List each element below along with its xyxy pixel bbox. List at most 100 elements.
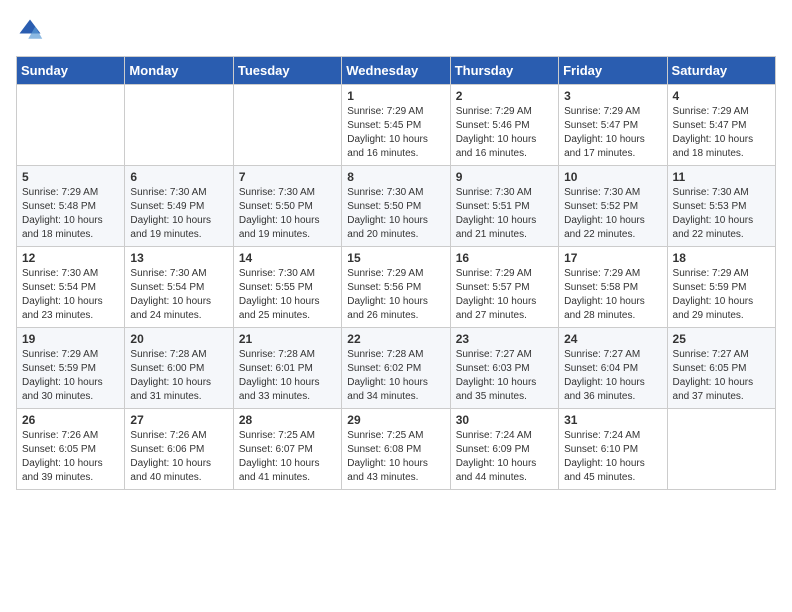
day-number: 6 <box>130 170 227 184</box>
day-number: 8 <box>347 170 444 184</box>
day-info: Sunrise: 7:29 AM Sunset: 5:59 PM Dayligh… <box>673 267 770 323</box>
calendar-cell: 8 Sunrise: 7:30 AM Sunset: 5:50 PM Daylig… <box>342 166 450 247</box>
calendar-week-1: 1 Sunrise: 7:29 AM Sunset: 5:45 PM Daylig… <box>17 85 776 166</box>
day-info: Sunrise: 7:30 AM Sunset: 5:53 PM Dayligh… <box>673 186 770 242</box>
day-info: Sunrise: 7:30 AM Sunset: 5:54 PM Dayligh… <box>130 267 227 323</box>
day-number: 22 <box>347 332 444 346</box>
day-info: Sunrise: 7:28 AM Sunset: 6:00 PM Dayligh… <box>130 348 227 404</box>
calendar-cell: 3Sunrise: 7:29 AM Sunset: 5:47 PM Daylig… <box>559 85 667 166</box>
day-number: 4 <box>673 89 770 103</box>
day-info: Sunrise: 7:29 AM Sunset: 5:47 PM Dayligh… <box>564 105 661 161</box>
calendar-cell: 29 Sunrise: 7:25 AM Sunset: 6:08 PM Dayli… <box>342 409 450 490</box>
day-info: Sunrise: 7:29 AM Sunset: 5:57 PM Dayligh… <box>456 267 553 323</box>
day-number: 20 <box>130 332 227 346</box>
calendar-cell: 2 Sunrise: 7:29 AM Sunset: 5:46 PM Daylig… <box>450 85 558 166</box>
day-info: Sunrise: 7:29 AM Sunset: 5:45 PM Dayligh… <box>347 105 444 161</box>
day-info: Sunrise: 7:24 AM Sunset: 6:10 PM Dayligh… <box>564 429 661 485</box>
calendar-cell: 10 Sunrise: 7:30 AM Sunset: 5:52 PM Dayli… <box>559 166 667 247</box>
day-number: 24 <box>564 332 661 346</box>
calendar-cell: 17 Sunrise: 7:29 AM Sunset: 5:58 PM Dayli… <box>559 247 667 328</box>
calendar-cell <box>667 409 775 490</box>
day-header-tuesday: Tuesday <box>233 57 341 85</box>
calendar-cell: 27Sunrise: 7:26 AM Sunset: 6:06 PM Dayli… <box>125 409 233 490</box>
calendar-week-4: 19 Sunrise: 7:29 AM Sunset: 5:59 PM Dayli… <box>17 328 776 409</box>
day-number: 13 <box>130 251 227 265</box>
calendar-cell: 24 Sunrise: 7:27 AM Sunset: 6:04 PM Dayli… <box>559 328 667 409</box>
calendar-cell: 18 Sunrise: 7:29 AM Sunset: 5:59 PM Dayli… <box>667 247 775 328</box>
day-info: Sunrise: 7:30 AM Sunset: 5:51 PM Dayligh… <box>456 186 553 242</box>
calendar-cell: 7 Sunrise: 7:30 AM Sunset: 5:50 PM Daylig… <box>233 166 341 247</box>
calendar-cell: 26 Sunrise: 7:26 AM Sunset: 6:05 PM Dayli… <box>17 409 125 490</box>
day-number: 15 <box>347 251 444 265</box>
calendar-cell <box>17 85 125 166</box>
calendar-week-3: 12 Sunrise: 7:30 AM Sunset: 5:54 PM Dayli… <box>17 247 776 328</box>
day-number: 14 <box>239 251 336 265</box>
calendar-cell: 9 Sunrise: 7:30 AM Sunset: 5:51 PM Daylig… <box>450 166 558 247</box>
day-info: Sunrise: 7:29 AM Sunset: 5:56 PM Dayligh… <box>347 267 444 323</box>
day-number: 10 <box>564 170 661 184</box>
day-info: Sunrise: 7:26 AM Sunset: 6:06 PM Dayligh… <box>130 429 227 485</box>
day-number: 19 <box>22 332 119 346</box>
calendar-cell: 6 Sunrise: 7:30 AM Sunset: 5:49 PM Daylig… <box>125 166 233 247</box>
day-info: Sunrise: 7:28 AM Sunset: 6:01 PM Dayligh… <box>239 348 336 404</box>
calendar-cell <box>233 85 341 166</box>
calendar-cell: 16 Sunrise: 7:29 AM Sunset: 5:57 PM Dayli… <box>450 247 558 328</box>
day-number: 5 <box>22 170 119 184</box>
day-number: 18 <box>673 251 770 265</box>
logo-icon <box>16 16 44 44</box>
day-info: Sunrise: 7:29 AM Sunset: 5:48 PM Dayligh… <box>22 186 119 242</box>
day-number: 7 <box>239 170 336 184</box>
calendar-cell <box>125 85 233 166</box>
calendar-table: SundayMondayTuesdayWednesdayThursdayFrid… <box>16 56 776 490</box>
calendar-cell: 19 Sunrise: 7:29 AM Sunset: 5:59 PM Dayli… <box>17 328 125 409</box>
day-number: 26 <box>22 413 119 427</box>
day-number: 21 <box>239 332 336 346</box>
day-info: Sunrise: 7:27 AM Sunset: 6:03 PM Dayligh… <box>456 348 553 404</box>
calendar-week-2: 5 Sunrise: 7:29 AM Sunset: 5:48 PM Daylig… <box>17 166 776 247</box>
day-info: Sunrise: 7:30 AM Sunset: 5:50 PM Dayligh… <box>347 186 444 242</box>
calendar-cell: 15 Sunrise: 7:29 AM Sunset: 5:56 PM Dayli… <box>342 247 450 328</box>
day-number: 16 <box>456 251 553 265</box>
calendar-cell: 11 Sunrise: 7:30 AM Sunset: 5:53 PM Dayli… <box>667 166 775 247</box>
day-info: Sunrise: 7:29 AM Sunset: 5:59 PM Dayligh… <box>22 348 119 404</box>
day-info: Sunrise: 7:30 AM Sunset: 5:55 PM Dayligh… <box>239 267 336 323</box>
day-info: Sunrise: 7:29 AM Sunset: 5:46 PM Dayligh… <box>456 105 553 161</box>
day-info: Sunrise: 7:25 AM Sunset: 6:07 PM Dayligh… <box>239 429 336 485</box>
calendar-cell: 4 Sunrise: 7:29 AM Sunset: 5:47 PM Daylig… <box>667 85 775 166</box>
day-info: Sunrise: 7:29 AM Sunset: 5:58 PM Dayligh… <box>564 267 661 323</box>
logo <box>16 16 48 44</box>
day-info: Sunrise: 7:29 AM Sunset: 5:47 PM Dayligh… <box>673 105 770 161</box>
calendar-cell: 22 Sunrise: 7:28 AM Sunset: 6:02 PM Dayli… <box>342 328 450 409</box>
calendar-cell: 14 Sunrise: 7:30 AM Sunset: 5:55 PM Dayli… <box>233 247 341 328</box>
day-info: Sunrise: 7:30 AM Sunset: 5:52 PM Dayligh… <box>564 186 661 242</box>
calendar-cell: 21 Sunrise: 7:28 AM Sunset: 6:01 PM Dayli… <box>233 328 341 409</box>
calendar-cell: 13 Sunrise: 7:30 AM Sunset: 5:54 PM Dayli… <box>125 247 233 328</box>
day-info: Sunrise: 7:28 AM Sunset: 6:02 PM Dayligh… <box>347 348 444 404</box>
calendar-week-5: 26 Sunrise: 7:26 AM Sunset: 6:05 PM Dayli… <box>17 409 776 490</box>
day-info: Sunrise: 7:30 AM Sunset: 5:50 PM Dayligh… <box>239 186 336 242</box>
calendar-cell: 5 Sunrise: 7:29 AM Sunset: 5:48 PM Daylig… <box>17 166 125 247</box>
calendar-cell: 30 Sunrise: 7:24 AM Sunset: 6:09 PM Dayli… <box>450 409 558 490</box>
day-info: Sunrise: 7:30 AM Sunset: 5:49 PM Dayligh… <box>130 186 227 242</box>
day-number: 28 <box>239 413 336 427</box>
day-header-sunday: Sunday <box>17 57 125 85</box>
calendar-cell: 28 Sunrise: 7:25 AM Sunset: 6:07 PM Dayli… <box>233 409 341 490</box>
day-number: 31 <box>564 413 661 427</box>
day-number: 17 <box>564 251 661 265</box>
calendar-cell: 23 Sunrise: 7:27 AM Sunset: 6:03 PM Dayli… <box>450 328 558 409</box>
day-info: Sunrise: 7:25 AM Sunset: 6:08 PM Dayligh… <box>347 429 444 485</box>
day-info: Sunrise: 7:26 AM Sunset: 6:05 PM Dayligh… <box>22 429 119 485</box>
day-number: 9 <box>456 170 553 184</box>
day-info: Sunrise: 7:24 AM Sunset: 6:09 PM Dayligh… <box>456 429 553 485</box>
day-number: 11 <box>673 170 770 184</box>
day-number: 1 <box>347 89 444 103</box>
page-header <box>16 16 776 44</box>
day-number: 23 <box>456 332 553 346</box>
day-number: 2 <box>456 89 553 103</box>
calendar-cell: 20 Sunrise: 7:28 AM Sunset: 6:00 PM Dayli… <box>125 328 233 409</box>
day-number: 30 <box>456 413 553 427</box>
day-number: 25 <box>673 332 770 346</box>
day-info: Sunrise: 7:27 AM Sunset: 6:04 PM Dayligh… <box>564 348 661 404</box>
day-number: 12 <box>22 251 119 265</box>
day-number: 29 <box>347 413 444 427</box>
